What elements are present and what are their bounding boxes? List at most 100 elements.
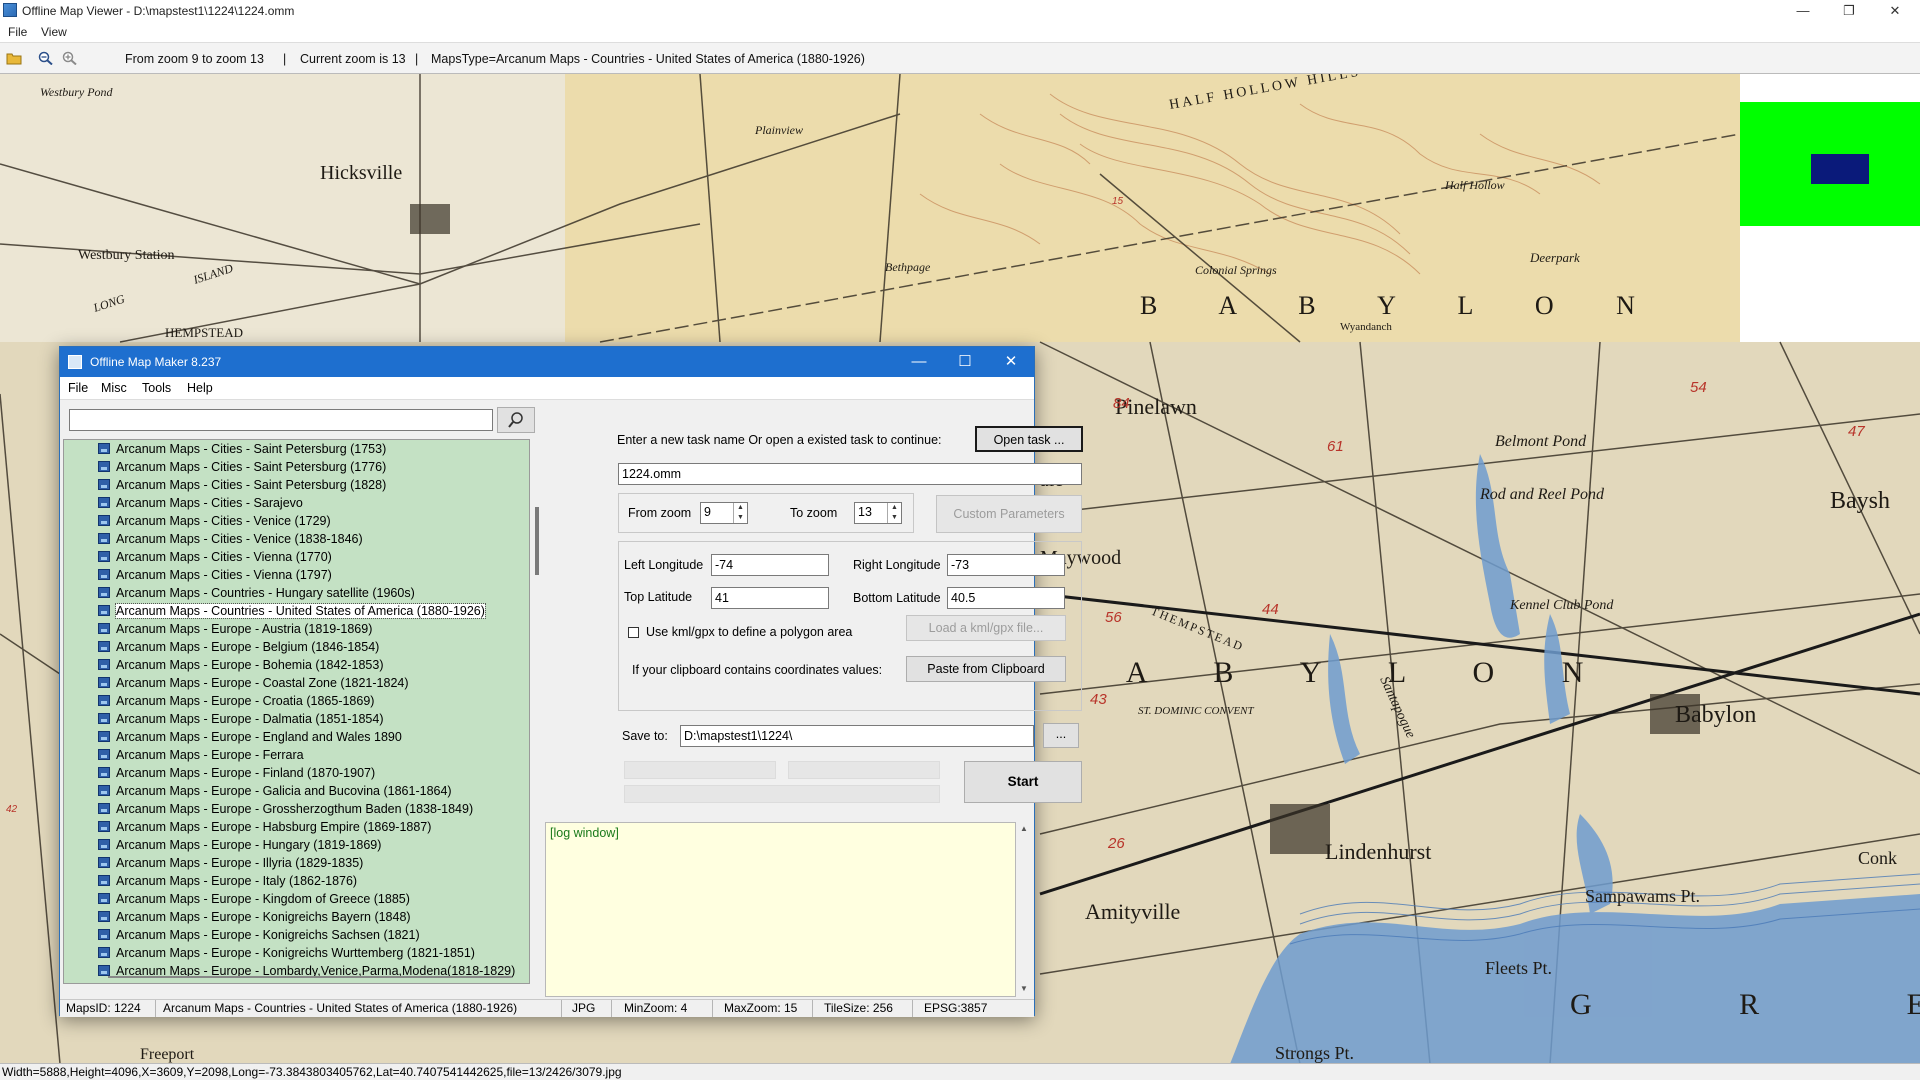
list-item[interactable]: Arcanum Maps - Europe - Coastal Zone (18… (64, 674, 529, 692)
list-item[interactable]: Arcanum Maps - Countries - United States… (64, 602, 529, 620)
list-item-label: Arcanum Maps - Europe - Hungary (1819-18… (116, 838, 382, 852)
dialog-menu-tools[interactable]: Tools (142, 381, 171, 395)
list-item[interactable]: Arcanum Maps - Countries - Hungary satel… (64, 584, 529, 602)
list-item[interactable]: Arcanum Maps - Europe - Dalmatia (1851-1… (64, 710, 529, 728)
up-arrow-icon[interactable]: ▲ (888, 503, 901, 513)
dialog-close-button[interactable]: ✕ (988, 347, 1034, 377)
dialog-menu-file[interactable]: File (68, 381, 88, 395)
maps-list[interactable]: Arcanum Maps - Cities - Saint Petersburg… (63, 439, 530, 984)
map-label: B A B Y L O N (1140, 291, 1663, 320)
list-item[interactable]: Arcanum Maps - Europe - England and Wale… (64, 728, 529, 746)
custom-parameters-button[interactable]: Custom Parameters (936, 495, 1082, 533)
dialog-minimize-button[interactable]: — (896, 347, 942, 377)
list-item[interactable]: Arcanum Maps - Europe - Konigreichs Wurt… (64, 944, 529, 962)
list-item[interactable]: Arcanum Maps - Cities - Saint Petersburg… (64, 458, 529, 476)
paste-clipboard-button[interactable]: Paste from Clipboard (906, 656, 1066, 682)
map-icon (98, 947, 110, 958)
list-item[interactable]: Arcanum Maps - Europe - Finland (1870-19… (64, 764, 529, 782)
map-elevation: 43 (1090, 691, 1107, 708)
list-item[interactable]: Arcanum Maps - Cities - Saint Petersburg… (64, 440, 529, 458)
map-icon (98, 965, 110, 976)
log-text: [log window] (550, 826, 619, 840)
down-arrow-icon[interactable]: ▼ (888, 513, 901, 523)
map-icon (98, 839, 110, 850)
scroll-up-icon[interactable]: ▲ (1020, 824, 1028, 833)
list-item[interactable]: Arcanum Maps - Cities - Venice (1838-184… (64, 530, 529, 548)
dialog-maximize-button[interactable]: ☐ (942, 347, 988, 377)
list-item[interactable]: Arcanum Maps - Cities - Saint Petersburg… (64, 476, 529, 494)
left-longitude-label: Left Longitude (624, 558, 704, 572)
scrollbar-thumb[interactable] (535, 507, 539, 575)
list-item[interactable]: Arcanum Maps - Europe - Konigreichs Baye… (64, 908, 529, 926)
map-label: Freeport (140, 1046, 195, 1063)
to-zoom-stepper[interactable]: 13 ▲ ▼ (854, 502, 902, 524)
list-item[interactable]: Arcanum Maps - Europe - Habsburg Empire … (64, 818, 529, 836)
list-item[interactable]: Arcanum Maps - Europe - Italy (1862-1876… (64, 872, 529, 890)
zoom-out-icon[interactable] (38, 51, 54, 65)
start-button[interactable]: Start (964, 761, 1082, 803)
map-icon (98, 911, 110, 922)
kml-checkbox[interactable] (628, 627, 639, 638)
map-label: Wyandanch (1340, 321, 1392, 333)
top-latitude-field[interactable]: 41 (711, 587, 829, 609)
menu-file[interactable]: File (8, 25, 27, 39)
list-item[interactable]: Arcanum Maps - Cities - Venice (1729) (64, 512, 529, 530)
bottom-latitude-field[interactable]: 40.5 (947, 587, 1065, 609)
log-scrollbar[interactable]: ▲ ▼ (1016, 822, 1033, 997)
progress-bar-1 (624, 761, 776, 779)
list-item[interactable]: Arcanum Maps - Europe - Austria (1819-18… (64, 620, 529, 638)
list-item[interactable]: Arcanum Maps - Cities - Vienna (1770) (64, 548, 529, 566)
left-longitude-field[interactable]: -74 (711, 554, 829, 576)
list-item[interactable]: Arcanum Maps - Cities - Sarajevo (64, 494, 529, 512)
map-tile-navy (1811, 154, 1869, 184)
to-zoom-arrows[interactable]: ▲ ▼ (887, 503, 901, 523)
list-item-label: Arcanum Maps - Cities - Saint Petersburg… (116, 442, 387, 456)
list-item[interactable]: Arcanum Maps - Europe - Galicia and Buco… (64, 782, 529, 800)
map-label: Deerpark (1529, 250, 1580, 265)
right-longitude-field[interactable]: -73 (947, 554, 1065, 576)
dialog-titlebar[interactable]: Offline Map Maker 8.237 — ☐ ✕ (60, 347, 1034, 377)
save-to-field[interactable]: D:\mapstest1\1224\ (680, 725, 1034, 747)
close-button[interactable]: ✕ (1872, 0, 1918, 22)
list-item[interactable]: Arcanum Maps - Europe - Belgium (1846-18… (64, 638, 529, 656)
maps-list-hscrollbar[interactable] (108, 976, 512, 978)
list-item-label: Arcanum Maps - Europe - Coastal Zone (18… (116, 676, 409, 690)
bottom-latitude-label: Bottom Latitude (853, 591, 941, 605)
log-window[interactable]: [log window] (545, 822, 1016, 997)
dialog-menu-misc[interactable]: Misc (101, 381, 127, 395)
minimize-button[interactable]: — (1780, 0, 1826, 22)
status-format: JPG (572, 1001, 596, 1015)
list-item[interactable]: Arcanum Maps - Europe - Illyria (1829-18… (64, 854, 529, 872)
menu-view[interactable]: View (41, 25, 67, 39)
from-zoom-stepper[interactable]: 9 ▲ ▼ (700, 502, 748, 524)
list-item[interactable]: Arcanum Maps - Europe - Konigreichs Sach… (64, 926, 529, 944)
zoom-in-icon[interactable] (62, 51, 78, 65)
list-item[interactable]: Arcanum Maps - Europe - Ferrara (64, 746, 529, 764)
scroll-down-icon[interactable]: ▼ (1020, 984, 1028, 993)
up-arrow-icon[interactable]: ▲ (734, 503, 747, 513)
browse-button[interactable]: ... (1043, 723, 1079, 748)
open-task-button[interactable]: Open task ... (975, 426, 1083, 452)
search-button[interactable] (497, 407, 535, 433)
list-item[interactable]: Arcanum Maps - Cities - Vienna (1797) (64, 566, 529, 584)
map-elevation: 84 (1113, 395, 1130, 412)
map-label: Hicksville (320, 162, 402, 184)
maps-list-scrollbar[interactable] (530, 439, 545, 984)
map-label: Conk (1858, 848, 1897, 868)
load-kml-button[interactable]: Load a kml/gpx file... (906, 615, 1066, 641)
down-arrow-icon[interactable]: ▼ (734, 513, 747, 523)
maps-search-input[interactable] (69, 409, 493, 431)
list-item[interactable]: Arcanum Maps - Europe - Kingdom of Greec… (64, 890, 529, 908)
list-item[interactable]: Arcanum Maps - Europe - Croatia (1865-18… (64, 692, 529, 710)
restore-button[interactable]: ❐ (1826, 0, 1872, 22)
from-zoom-arrows[interactable]: ▲ ▼ (733, 503, 747, 523)
list-item[interactable]: Arcanum Maps - Europe - Hungary (1819-18… (64, 836, 529, 854)
map-label: G R E (1570, 988, 1920, 1021)
open-folder-icon[interactable] (6, 51, 22, 65)
dialog-menu-help[interactable]: Help (187, 381, 213, 395)
task-name-field[interactable]: 1224.omm (618, 463, 1082, 485)
list-item[interactable]: Arcanum Maps - Europe - Grossherzogthum … (64, 800, 529, 818)
list-item[interactable]: Arcanum Maps - Europe - Bohemia (1842-18… (64, 656, 529, 674)
map-icon (98, 875, 110, 886)
list-item-label: Arcanum Maps - Cities - Venice (1838-184… (116, 532, 363, 546)
